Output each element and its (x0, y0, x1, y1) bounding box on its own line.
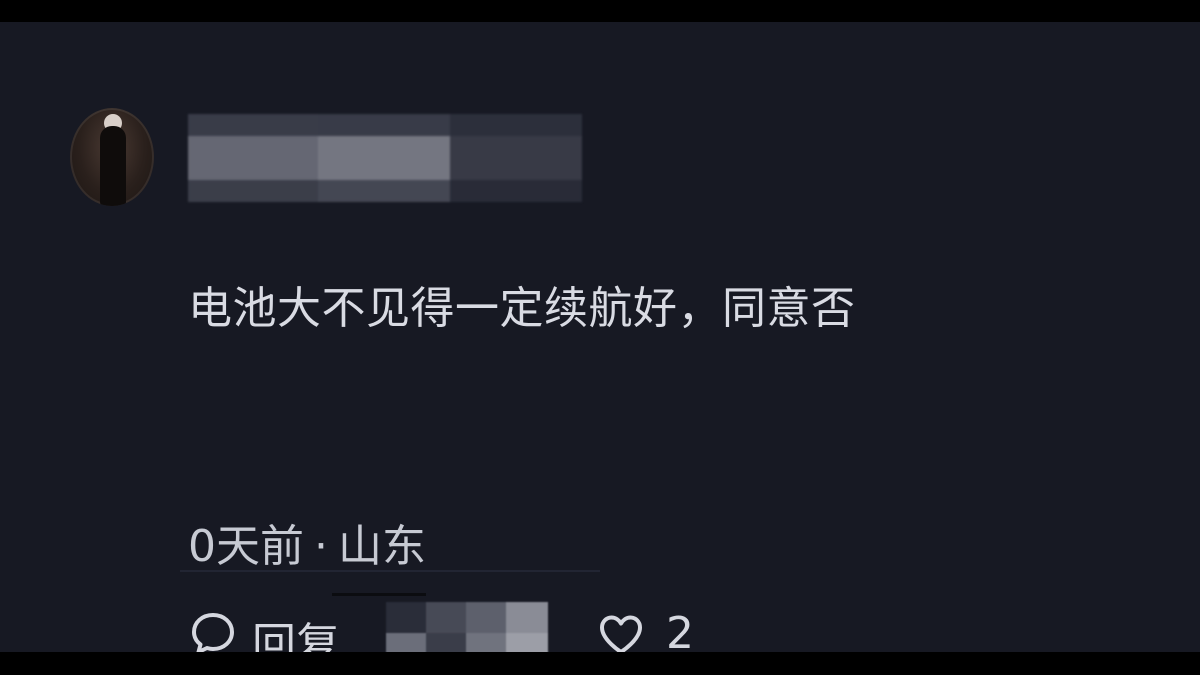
comment-meta: 0天前 · 山东 (188, 510, 426, 596)
comment-actions: 回复 2 (188, 602, 788, 652)
timestamp: 0天前 (188, 521, 304, 572)
meta-separator: · (314, 521, 328, 572)
speech-bubble-icon[interactable] (190, 611, 236, 652)
redacted-username[interactable] (188, 114, 582, 202)
comment-text: 电池大不见得一定续航好，同意否 (188, 283, 856, 334)
heart-outline-icon[interactable] (598, 614, 644, 652)
comment-card: 电池大不见得一定续航好，同意否 0天前 · 山东 回复 2 (0, 22, 1200, 652)
redacted-action[interactable] (386, 602, 548, 652)
location: 山东 (332, 510, 426, 596)
user-avatar[interactable] (70, 108, 154, 206)
like-count: 2 (666, 608, 694, 652)
reply-button[interactable]: 回复 (252, 608, 340, 652)
avatar-figure-shape (100, 126, 126, 206)
divider (180, 570, 600, 572)
